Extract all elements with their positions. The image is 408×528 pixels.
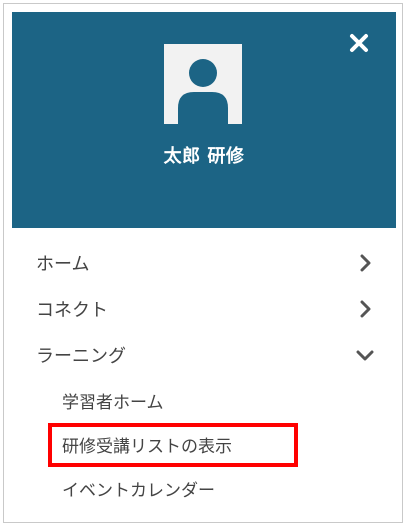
submenu-item-training-list[interactable]: 研修受講リストの表示	[12, 422, 396, 467]
submenu-item-label: 研修受講リストの表示	[62, 436, 232, 457]
user-avatar-icon	[178, 59, 228, 124]
submenu-item-label: 学習者ホーム	[62, 392, 164, 413]
nav-item-label: ホーム	[36, 254, 90, 275]
chevron-right-icon	[356, 254, 374, 272]
nav-item-home[interactable]: ホーム	[12, 240, 396, 286]
nav-item-connect[interactable]: コネクト	[12, 286, 396, 332]
close-icon	[350, 34, 368, 52]
chevron-right-icon	[356, 300, 374, 318]
chevron-down-icon	[356, 346, 374, 364]
close-button[interactable]	[348, 32, 370, 54]
profile-header: 太郎 研修	[12, 12, 396, 228]
nav-item-label: コネクト	[36, 300, 108, 321]
learning-submenu: 学習者ホーム 研修受講リストの表示 イベントカレンダー	[12, 378, 396, 510]
submenu-item-learner-home[interactable]: 学習者ホーム	[12, 378, 396, 422]
submenu-item-event-calendar[interactable]: イベントカレンダー	[12, 466, 396, 510]
nav-list: ホーム コネクト ラーニング 学習者ホーム 研修受講リストの表示 イベントカレン…	[12, 240, 396, 510]
nav-item-learning[interactable]: ラーニング	[12, 332, 396, 378]
submenu-item-label: イベントカレンダー	[62, 480, 215, 501]
side-menu-panel: 太郎 研修 ホーム コネクト ラーニング 学習者ホーム 研修受講リストの表示 イ…	[3, 3, 403, 523]
avatar	[164, 44, 242, 124]
user-name: 太郎 研修	[163, 146, 245, 167]
nav-item-label: ラーニング	[36, 346, 126, 367]
